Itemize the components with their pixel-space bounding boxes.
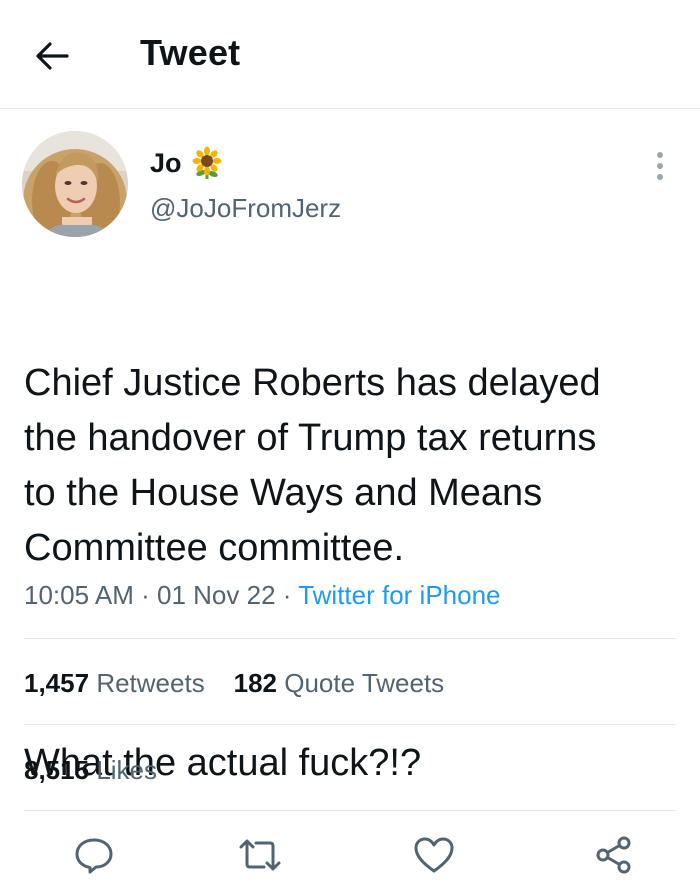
- likes-stat[interactable]: 8,515 Likes: [24, 755, 157, 786]
- tweet-source-link[interactable]: Twitter for iPhone: [298, 580, 500, 610]
- sunflower-icon: [192, 146, 222, 179]
- retweet-button[interactable]: [232, 830, 288, 880]
- divider: [24, 638, 676, 639]
- quote-tweets-stat[interactable]: 182 Quote Tweets: [234, 668, 445, 698]
- more-options-button[interactable]: [648, 148, 672, 184]
- retweets-count: 1,457: [24, 668, 90, 698]
- quote-tweets-count: 182: [233, 668, 277, 698]
- like-button[interactable]: [406, 830, 462, 880]
- back-button[interactable]: [30, 36, 74, 76]
- reply-button[interactable]: [66, 830, 122, 880]
- action-bar: [0, 830, 700, 880]
- retweets-stat[interactable]: 1,457 Retweets: [24, 668, 205, 698]
- user-handle[interactable]: @JoJoFromJerz: [150, 193, 341, 224]
- share-icon: [596, 836, 631, 874]
- likes-label: Likes: [96, 755, 158, 785]
- avatar-image: [22, 131, 128, 237]
- page-title: Tweet: [140, 32, 241, 73]
- meta-separator: ·: [282, 580, 292, 610]
- arrow-left-icon: [36, 42, 69, 70]
- top-bar: Tweet: [0, 0, 700, 109]
- tweet-text-paragraph: Chief Justice Roberts has delayed the ha…: [24, 362, 601, 569]
- author-name[interactable]: Jo: [150, 146, 224, 180]
- reply-icon: [75, 838, 113, 874]
- tweet-date[interactable]: 01 Nov 22: [157, 580, 276, 610]
- tweet-time[interactable]: 10:05 AM: [24, 580, 134, 610]
- retweets-label: Retweets: [96, 668, 205, 698]
- avatar[interactable]: [22, 131, 128, 237]
- heart-icon: [414, 837, 454, 873]
- divider: [24, 810, 676, 811]
- meta-separator: ·: [141, 580, 150, 610]
- retweet-icon: [239, 839, 281, 871]
- more-vertical-icon: [657, 152, 663, 180]
- engagement-stats: 1,457 Retweets 182 Quote Tweets: [24, 668, 444, 699]
- divider: [24, 724, 676, 725]
- likes-count: 8,515: [24, 755, 90, 785]
- share-button[interactable]: [586, 830, 642, 880]
- tweet-metadata: 10:05 AM · 01 Nov 22 · Twitter for iPhon…: [24, 580, 501, 611]
- author-name-text: Jo: [150, 147, 182, 178]
- quote-tweets-label: Quote Tweets: [284, 668, 445, 698]
